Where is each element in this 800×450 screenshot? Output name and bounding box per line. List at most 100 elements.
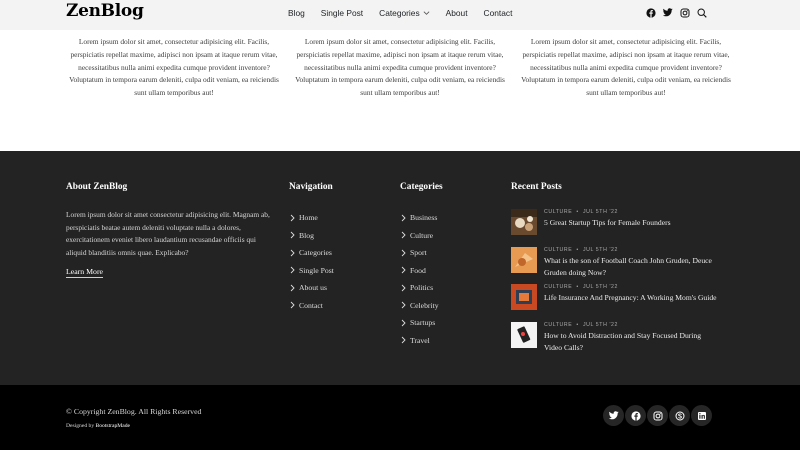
chevron-right-icon bbox=[401, 231, 406, 239]
chevron-right-icon bbox=[401, 284, 406, 292]
chevron-down-icon bbox=[423, 11, 430, 15]
nav-contact[interactable]: Contact bbox=[484, 8, 513, 18]
category-startups[interactable]: Startups bbox=[400, 314, 439, 332]
recent-posts-heading: Recent Posts bbox=[511, 182, 562, 192]
post-thumbnail bbox=[511, 246, 537, 273]
site-header: ZenBlog Blog Single Post Categories Abou… bbox=[0, 0, 800, 30]
recent-post[interactable]: CULTURE • JUL 5TH '22 Life Insurance And… bbox=[511, 283, 726, 321]
post-meta: CULTURE • JUL 5TH '22 bbox=[544, 321, 619, 328]
category-label: Politics bbox=[410, 283, 434, 293]
nav-categories[interactable]: Categories bbox=[379, 8, 430, 18]
chevron-right-icon bbox=[401, 214, 406, 222]
footer-nav-home[interactable]: Home bbox=[289, 209, 334, 227]
text-column: Lorem ipsum dolor sit amet, consectetur … bbox=[69, 37, 279, 98]
footer-nav-label: About us bbox=[299, 283, 327, 293]
category-business[interactable]: Business bbox=[400, 209, 439, 227]
instagram-icon[interactable] bbox=[679, 7, 690, 18]
post-meta: CULTURE • JUL 5TH '22 bbox=[544, 209, 619, 215]
nav-label: Categories bbox=[379, 8, 420, 18]
footer-bottom: © Copyright ZenBlog. All Rights Reserved… bbox=[0, 385, 800, 450]
recent-post[interactable]: CULTURE • JUL 5TH '22 5 Great Startup Ti… bbox=[511, 208, 726, 246]
post-meta: CULTURE • JUL 5TH '22 bbox=[544, 246, 619, 253]
nav-label: Single Post bbox=[320, 8, 364, 18]
chevron-right-icon bbox=[290, 214, 295, 222]
footer-nav-blog[interactable]: Blog bbox=[289, 227, 334, 245]
footer-nav-categories[interactable]: Categories bbox=[289, 244, 334, 262]
post-title[interactable]: 5 Great Startup Tips for Female Founders bbox=[544, 217, 719, 229]
category-label: Culture bbox=[410, 230, 434, 240]
nav-single-post[interactable]: Single Post bbox=[321, 8, 363, 18]
text-column: Lorem ipsum dolor sit amet, consectetur … bbox=[521, 37, 731, 98]
chevron-right-icon bbox=[290, 266, 295, 274]
chevron-right-icon bbox=[401, 301, 406, 309]
recent-posts-list: CULTURE • JUL 5TH '22 5 Great Startup Ti… bbox=[511, 208, 726, 358]
post-title[interactable]: Life Insurance And Pregnancy: A Working … bbox=[544, 292, 719, 304]
post-thumbnail bbox=[511, 321, 537, 348]
chevron-right-icon bbox=[290, 249, 295, 257]
navigation-heading: Navigation bbox=[289, 182, 333, 192]
nav-blog[interactable]: Blog bbox=[288, 8, 305, 18]
linkedin-icon[interactable] bbox=[691, 405, 712, 426]
footer-nav-list: Home Blog Categories Single Post About u… bbox=[289, 209, 334, 314]
post-thumbnail bbox=[511, 284, 537, 310]
category-label: Celebrity bbox=[410, 300, 439, 310]
skype-icon[interactable] bbox=[669, 405, 690, 426]
copyright-text: © Copyright ZenBlog. All Rights Reserved bbox=[66, 407, 202, 416]
recent-post[interactable]: CULTURE • JUL 5TH '22 What is the son of… bbox=[511, 246, 726, 284]
chevron-right-icon bbox=[401, 249, 406, 257]
footer-nav-label: Categories bbox=[299, 248, 332, 258]
footer-nav-label: Contact bbox=[299, 300, 323, 310]
category-label: Business bbox=[410, 213, 438, 223]
text-columns: Lorem ipsum dolor sit amet, consectetur … bbox=[66, 36, 734, 100]
categories-heading: Categories bbox=[400, 182, 443, 192]
social-links bbox=[603, 405, 713, 426]
site-logo[interactable]: ZenBlog bbox=[66, 1, 144, 21]
chevron-right-icon bbox=[401, 319, 406, 327]
post-thumbnail bbox=[511, 209, 537, 235]
footer-content: About ZenBlog Lorem ipsum dolor sit amet… bbox=[0, 151, 800, 385]
designer-link[interactable]: BootstrapMade bbox=[96, 423, 131, 429]
search-icon[interactable] bbox=[696, 7, 707, 18]
category-sport[interactable]: Sport bbox=[400, 244, 439, 262]
nav-label: Contact bbox=[483, 8, 513, 18]
chevron-right-icon bbox=[290, 301, 295, 309]
text-column: Lorem ipsum dolor sit amet, consectetur … bbox=[295, 37, 505, 98]
twitter-icon[interactable] bbox=[662, 7, 673, 18]
chevron-right-icon bbox=[401, 336, 406, 344]
footer-nav-contact[interactable]: Contact bbox=[289, 297, 334, 315]
category-label: Sport bbox=[410, 248, 427, 258]
category-politics[interactable]: Politics bbox=[400, 279, 439, 297]
category-culture[interactable]: Culture bbox=[400, 227, 439, 245]
category-travel[interactable]: Travel bbox=[400, 332, 439, 350]
twitter-icon[interactable] bbox=[603, 405, 624, 426]
facebook-icon[interactable] bbox=[645, 7, 656, 18]
instagram-icon[interactable] bbox=[647, 405, 668, 426]
footer-nav-single-post[interactable]: Single Post bbox=[289, 262, 334, 280]
designed-by: Designed by BootstrapMade bbox=[66, 423, 131, 429]
category-label: Startups bbox=[410, 318, 436, 328]
category-label: Food bbox=[410, 265, 426, 275]
learn-more-link[interactable]: Learn More bbox=[66, 267, 104, 278]
category-celebrity[interactable]: Celebrity bbox=[400, 297, 439, 315]
footer-nav-label: Home bbox=[299, 213, 318, 223]
post-title[interactable]: How to Avoid Distraction and Stay Focuse… bbox=[544, 330, 719, 355]
facebook-icon[interactable] bbox=[625, 405, 646, 426]
footer-nav-about-us[interactable]: About us bbox=[289, 279, 334, 297]
post-meta: CULTURE • JUL 5TH '22 bbox=[544, 284, 619, 290]
post-title[interactable]: What is the son of Football Coach John G… bbox=[544, 255, 719, 280]
nav-label: About bbox=[445, 8, 468, 18]
header-icons bbox=[645, 7, 713, 18]
recent-post[interactable]: CULTURE • JUL 5TH '22 How to Avoid Distr… bbox=[511, 321, 726, 359]
footer-nav-label: Blog bbox=[299, 230, 314, 240]
nav-about[interactable]: About bbox=[446, 8, 468, 18]
footer-nav-label: Single Post bbox=[299, 265, 334, 275]
chevron-right-icon bbox=[401, 266, 406, 274]
nav-label: Blog bbox=[288, 8, 305, 18]
footer-categories-list: Business Culture Sport Food Politics Cel… bbox=[400, 209, 439, 349]
category-food[interactable]: Food bbox=[400, 262, 439, 280]
about-text: Lorem ipsum dolor sit amet consectetur a… bbox=[66, 210, 270, 258]
chevron-right-icon bbox=[290, 284, 295, 292]
main-nav: Blog Single Post Categories About Contac… bbox=[288, 8, 528, 18]
chevron-right-icon bbox=[290, 231, 295, 239]
category-label: Travel bbox=[410, 335, 430, 345]
